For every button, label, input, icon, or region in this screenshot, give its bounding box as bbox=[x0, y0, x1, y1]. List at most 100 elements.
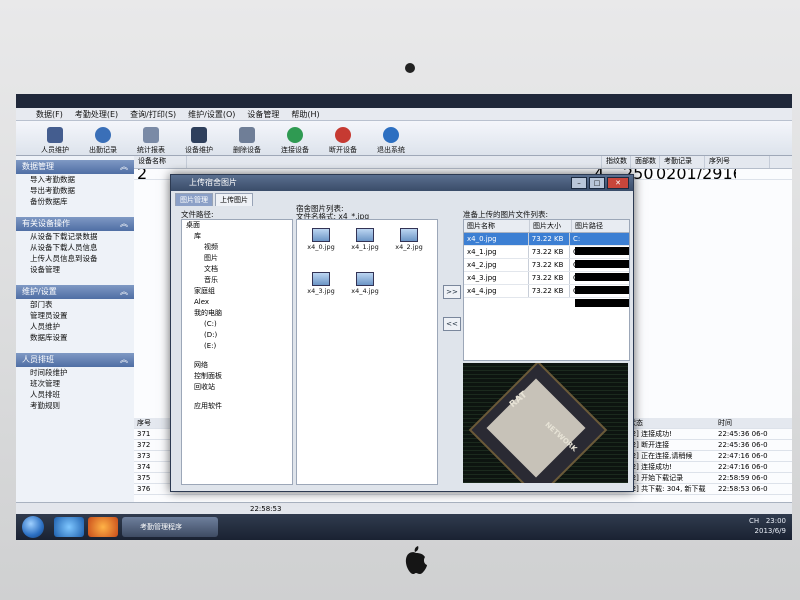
sidebar-item-admins[interactable]: 管理员设置 bbox=[16, 310, 134, 321]
menu-help[interactable]: 帮助(H) bbox=[291, 109, 319, 120]
language-indicator[interactable]: CH bbox=[749, 517, 759, 525]
photo-thumbnail[interactable]: x4_1.jpg bbox=[345, 228, 385, 251]
tab-photo-manage[interactable]: 图片管理 bbox=[175, 193, 213, 206]
reports-button[interactable]: 统计报表 bbox=[132, 127, 170, 155]
col-faces[interactable]: 面部数 bbox=[631, 156, 660, 168]
tree-item[interactable]: (D:) bbox=[182, 330, 292, 341]
tree-item[interactable]: 回收站 bbox=[182, 382, 292, 393]
tree-item[interactable]: 家庭组 bbox=[182, 286, 292, 297]
start-button[interactable] bbox=[22, 516, 44, 538]
clock-icon bbox=[95, 127, 111, 143]
upload-row[interactable]: x4_4.jpg 73.22 KB C: bbox=[464, 285, 629, 307]
folder-tree: 桌面 库 视频 图片 文档 音乐 家庭组 Alex 我的电脑 (C:) (D:)… bbox=[181, 219, 293, 485]
redacted-path bbox=[575, 299, 629, 307]
menu-maintenance[interactable]: 维护/设置(O) bbox=[188, 109, 235, 120]
tab-upload-photo[interactable]: 上传图片 bbox=[215, 193, 253, 206]
attendance-records-button[interactable]: 出勤记录 bbox=[84, 127, 122, 155]
upload-row[interactable]: x4_3.jpg 73.22 KB C: bbox=[464, 272, 629, 294]
sidebar-section-shifts[interactable]: 人员排班 ︽ bbox=[16, 353, 134, 367]
tray-date[interactable]: 2013/6/9 bbox=[755, 527, 786, 535]
photo-thumbnail[interactable]: x4_2.jpg bbox=[389, 228, 429, 251]
tree-item[interactable]: 控制面板 bbox=[182, 371, 292, 382]
sidebar-item-upload-users[interactable]: 上传人员信息到设备 bbox=[16, 253, 134, 264]
tree-item[interactable]: 音乐 bbox=[182, 275, 292, 286]
disconnect-device-button[interactable]: 断开设备 bbox=[324, 127, 362, 155]
sidebar-item-personnel[interactable]: 人员维护 bbox=[16, 321, 134, 332]
maximize-button[interactable]: □ bbox=[589, 177, 605, 189]
personnel-button[interactable]: 人员维护 bbox=[36, 127, 74, 155]
sidebar-item-database[interactable]: 数据库设置 bbox=[16, 332, 134, 343]
delete-device-button[interactable]: 删除设备 bbox=[228, 127, 266, 155]
tree-item[interactable]: Alex bbox=[182, 297, 292, 308]
upload-row[interactable]: x4_1.jpg 73.22 KB C: bbox=[464, 246, 629, 268]
menu-device[interactable]: 设备管理 bbox=[247, 109, 279, 120]
upload-row[interactable]: x4_2.jpg 73.22 KB C: bbox=[464, 259, 629, 281]
laptop-bezel: 数据(F) 考勤处理(E) 查询/打印(S) 维护/设置(O) 设备管理 帮助(… bbox=[0, 0, 800, 600]
taskbar-open-app[interactable]: 考勤管理程序 bbox=[122, 517, 218, 537]
play-icon bbox=[287, 127, 303, 143]
tree-item[interactable]: 我的电脑 bbox=[182, 308, 292, 319]
menu-data[interactable]: 数据(F) bbox=[36, 109, 63, 120]
photo-thumbnail[interactable]: x4_0.jpg bbox=[301, 228, 341, 251]
sidebar-item-timeslots[interactable]: 时间段维护 bbox=[16, 367, 134, 378]
device-maintenance-button[interactable]: 设备维护 bbox=[180, 127, 218, 155]
dialog-title: 上传宿舍图片 bbox=[171, 175, 633, 191]
tree-item[interactable]: 图片 bbox=[182, 253, 292, 264]
sidebar-item-scheduling[interactable]: 人员排班 bbox=[16, 389, 134, 400]
status-time: 22:58:53 bbox=[250, 505, 282, 513]
image-file-icon bbox=[312, 272, 330, 286]
firefox-browser-icon[interactable] bbox=[88, 517, 118, 537]
tree-item[interactable]: 应用软件 bbox=[182, 401, 292, 412]
tree-item[interactable]: (C:) bbox=[182, 319, 292, 330]
sidebar-item-export[interactable]: 导出考勤数据 bbox=[16, 185, 134, 196]
connect-device-button[interactable]: 连接设备 bbox=[276, 127, 314, 155]
exit-button[interactable]: 退出系统 bbox=[372, 127, 410, 155]
sidebar-section-data[interactable]: 数据管理 ︽ bbox=[16, 160, 134, 174]
stop-icon bbox=[335, 127, 351, 143]
tree-item[interactable]: (E:) bbox=[182, 341, 292, 352]
device-grid-header: 设备名称 指纹数 面部数 考勤记录 序列号 bbox=[134, 156, 792, 169]
col-device-name[interactable]: 设备名称 bbox=[134, 156, 187, 168]
tray-clock[interactable]: 23:00 bbox=[766, 517, 786, 525]
col-serial[interactable]: 序列号 bbox=[705, 156, 770, 168]
upload-row[interactable]: x4_0.jpg 73.22 KB C: bbox=[464, 233, 629, 255]
sidebar-section-maintenance[interactable]: 维护/设置 ︽ bbox=[16, 285, 134, 299]
ie-browser-icon[interactable] bbox=[54, 517, 84, 537]
image-file-icon bbox=[356, 272, 374, 286]
menu-attendance[interactable]: 考勤处理(E) bbox=[75, 109, 118, 120]
tree-item[interactable]: 视频 bbox=[182, 242, 292, 253]
sidebar-item-device-manage[interactable]: 设备管理 bbox=[16, 264, 134, 275]
dialog-tabs: 图片管理 上传图片 bbox=[171, 191, 633, 206]
tree-item[interactable]: 桌面 bbox=[182, 220, 292, 231]
upload-grid: 图片名称 图片大小 图片路径 x4_0.jpg 73.22 KB C: x4_1.j… bbox=[463, 219, 630, 361]
photo-thumbnail[interactable]: x4_4.jpg bbox=[345, 272, 385, 295]
webcam bbox=[405, 63, 415, 73]
tree-item[interactable]: 库 bbox=[182, 231, 292, 242]
minimize-button[interactable]: – bbox=[571, 177, 587, 189]
close-button[interactable]: ✕ bbox=[607, 177, 629, 189]
app-titlebar bbox=[16, 94, 792, 108]
sidebar-item-departments[interactable]: 部门表 bbox=[16, 299, 134, 310]
sidebar-item-backup[interactable]: 备份数据库 bbox=[16, 196, 134, 207]
menu-query[interactable]: 查询/打印(S) bbox=[130, 109, 176, 120]
col-records[interactable]: 考勤记录 bbox=[660, 156, 705, 168]
col-fingerprints[interactable]: 指纹数 bbox=[602, 156, 631, 168]
users-icon bbox=[47, 127, 63, 143]
add-to-upload-button[interactable]: >> bbox=[443, 285, 461, 299]
sidebar-item-shift-manage[interactable]: 班次管理 bbox=[16, 378, 134, 389]
system-tray: CH 23:00 2013/6/9 bbox=[749, 516, 786, 536]
apple-logo-icon bbox=[405, 546, 427, 574]
tree-item[interactable]: 网络 bbox=[182, 360, 292, 371]
photo-thumbnail[interactable]: x4_3.jpg bbox=[301, 272, 341, 295]
photo-preview: RAT NETWORK bbox=[463, 363, 628, 483]
sidebar-item-download-records[interactable]: 从设备下载记录数据 bbox=[16, 231, 134, 242]
sidebar-item-rules[interactable]: 考勤规则 bbox=[16, 400, 134, 411]
tree-item[interactable]: 文档 bbox=[182, 264, 292, 275]
sidebar-item-import[interactable]: 导入考勤数据 bbox=[16, 174, 134, 185]
remove-from-upload-button[interactable]: << bbox=[443, 317, 461, 331]
photo-file-list: x4_0.jpg x4_1.jpg x4_2.jpg x4_3.jpg x4_4… bbox=[296, 219, 438, 485]
sidebar-item-download-users[interactable]: 从设备下载人员信息 bbox=[16, 242, 134, 253]
sidebar-section-device[interactable]: 有关设备操作 ︽ bbox=[16, 217, 134, 231]
device-icon bbox=[191, 127, 207, 143]
report-icon bbox=[143, 127, 159, 143]
